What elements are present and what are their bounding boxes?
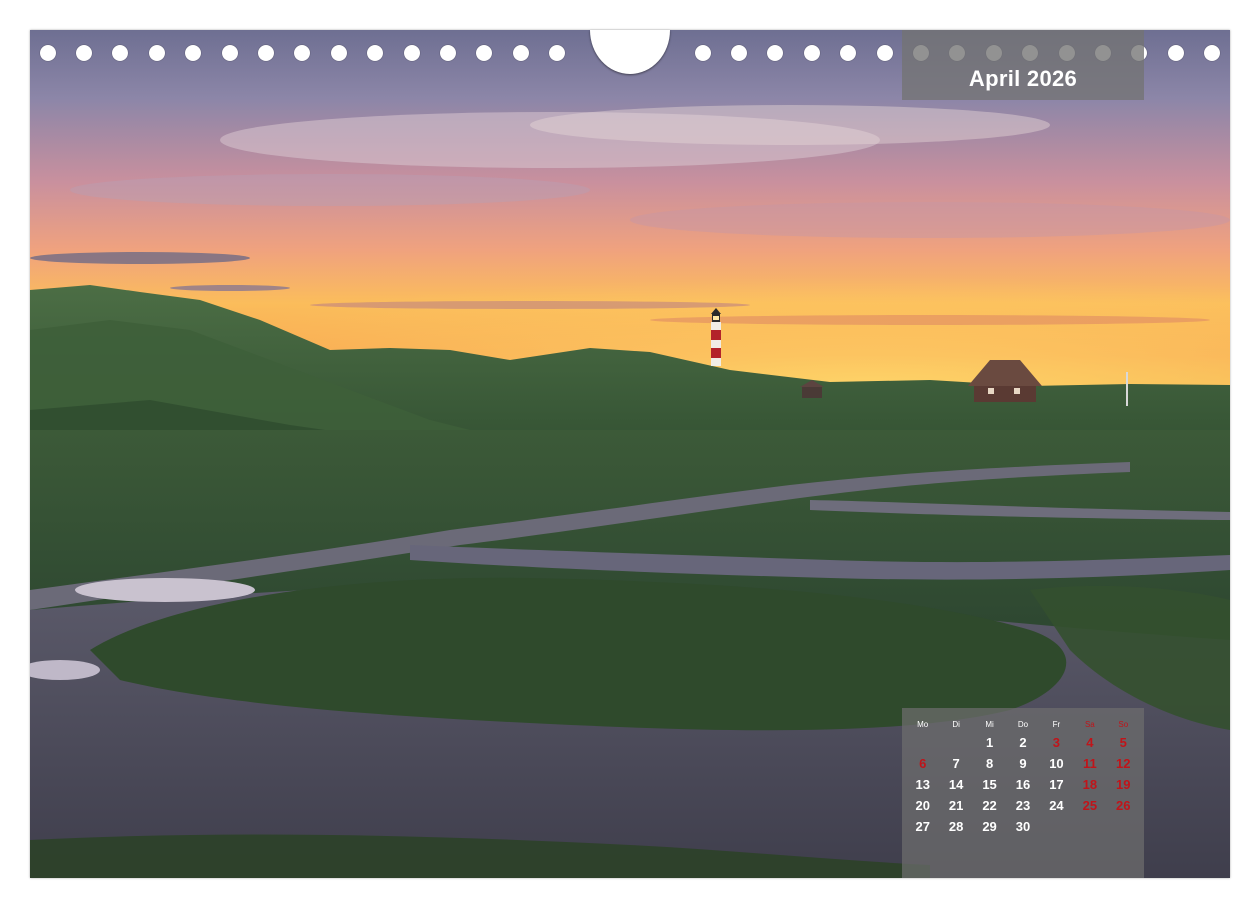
calendar-day: 26 <box>1116 798 1131 813</box>
calendar-day: 30 <box>1015 819 1031 834</box>
calendar-day: 4 <box>1086 735 1094 750</box>
calendar-day: 2 <box>1019 735 1027 750</box>
calendar-day: 11 <box>1082 756 1097 771</box>
calendar-day-empty <box>906 734 939 751</box>
calendar-day: 20 <box>915 798 930 813</box>
lighthouse-icon <box>711 308 721 366</box>
calendar-day: 15 <box>982 777 997 792</box>
weekday-header: Di <box>952 720 960 729</box>
calendar-day: 3 <box>1052 735 1061 750</box>
calendar-day: 18 <box>1082 777 1098 792</box>
calendar-panel: Mo Di Mi Do Fr Sa So 1 2 3 4 5 6 7 8 9 10 11 12 13 14 15 16 17 1… <box>902 708 1144 878</box>
calendar-day: 25 <box>1082 798 1098 813</box>
calendar-day: 27 <box>915 819 930 834</box>
calendar-day: 23 <box>1015 798 1031 813</box>
weekday-header: Mo <box>917 720 929 729</box>
calendar-day: 1 <box>985 735 994 750</box>
weekday-header: Sa <box>1084 720 1095 729</box>
calendar-day: 12 <box>1116 756 1131 771</box>
calendar-day: 17 <box>1049 777 1064 792</box>
calendar-grid: Mo Di Mi Do Fr Sa So 1 2 3 4 5 6 7 8 9 10 11 12 13 14 15 16 17 1… <box>906 720 1140 835</box>
weekday-header: Fr <box>1052 720 1061 729</box>
calendar-day: 22 <box>982 798 997 813</box>
calendar-day-empty <box>1073 818 1106 835</box>
calendar-day: 19 <box>1116 777 1131 792</box>
calendar-day-empty <box>1107 818 1140 835</box>
calendar-day: 29 <box>982 819 997 834</box>
calendar-day: 14 <box>948 777 964 792</box>
month-title: April 2026 <box>968 66 1078 91</box>
calendar-day: 6 <box>919 756 927 771</box>
calendar-day: 10 <box>1049 756 1064 771</box>
calendar-day: 16 <box>1015 777 1031 792</box>
weekday-header: Do <box>1017 720 1029 729</box>
calendar-day: 21 <box>948 798 964 813</box>
calendar-day: 7 <box>952 756 960 771</box>
weekday-header: So <box>1118 720 1129 729</box>
month-title-panel: April 2026 <box>902 30 1144 100</box>
calendar-day: 5 <box>1119 735 1127 750</box>
calendar-day: 8 <box>985 756 994 771</box>
calendar-day: 28 <box>948 819 964 834</box>
calendar-day: 13 <box>915 777 930 792</box>
weekday-header: Mi <box>985 720 994 729</box>
calendar-day: 9 <box>1019 756 1027 771</box>
calendar-day-empty <box>1040 818 1073 835</box>
calendar-day: 24 <box>1049 798 1064 813</box>
calendar-day-empty <box>939 734 972 751</box>
